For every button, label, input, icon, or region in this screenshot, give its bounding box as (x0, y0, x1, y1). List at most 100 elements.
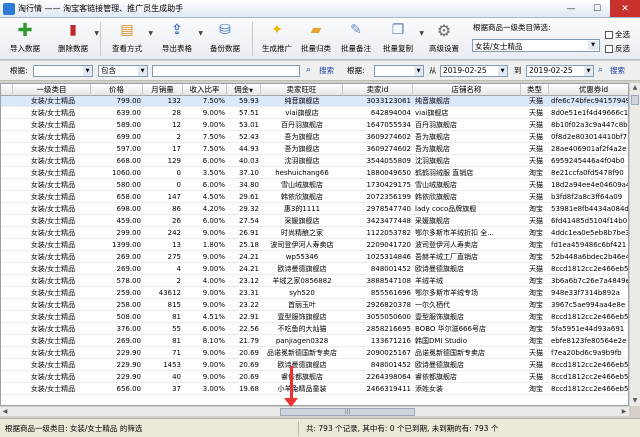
table-row[interactable]: 女装/女士精品 269.00 81 8.10% 21.79 panjiagen0328 13… (1, 336, 628, 347)
column-header[interactable]: 收入比率 (183, 84, 227, 96)
batch-copy-button[interactable]: ❐ 批量复制 ▼ (379, 20, 424, 58)
scroll-up-icon[interactable]: ▲ (630, 83, 640, 93)
table-row[interactable]: 女装/女士精品 639.00 28 9.00% 57.51 viai旗舰店 64289400… (1, 108, 628, 119)
column-header[interactable]: 类型 (521, 84, 549, 96)
vertical-scrollbar[interactable]: ▲ ▼ (629, 83, 640, 406)
table-row[interactable]: 女装/女士精品 597.00 17 7.50% 44.93 吾为旗舰店 3609274602… (1, 144, 628, 155)
table-row[interactable]: 女装/女士精品 459.00 26 6.00% 27.54 采媛旗舰店 3423477448… (1, 216, 628, 227)
table-cell: 848001452 (370, 265, 411, 273)
date-search-link[interactable]: 搜索 (610, 65, 625, 76)
table-row[interactable]: 女装/女士精品 578.00 2 4.00% 23.12 羊绒之家0856882 38885… (1, 276, 628, 287)
column-header[interactable]: 优惠券id (549, 84, 628, 96)
select-all-checkbox[interactable]: 全选 (605, 29, 630, 40)
import-button[interactable]: ✚ 导入数据 (6, 20, 44, 58)
chevron-down-icon[interactable]: ▼ (419, 30, 424, 37)
table-cell: 40 (172, 373, 181, 381)
horizontal-scrollbar[interactable]: ◀ ||| ▶ (0, 406, 629, 416)
scroll-thumb[interactable] (631, 95, 639, 105)
invert-checkbox[interactable]: 反选 (605, 43, 630, 54)
chevron-down-icon[interactable]: ▼ (588, 41, 598, 50)
maximize-button[interactable]: ☐ (584, 0, 610, 17)
to-date-picker[interactable]: 2019-02-25 ▼ (526, 65, 594, 77)
search-input[interactable] (152, 65, 300, 77)
date-field-select[interactable]: ▼ (374, 65, 424, 77)
checkbox-box[interactable] (605, 44, 613, 53)
table-row[interactable]: 女装/女士精品 269.00 275 9.00% 24.21 wp55346 1025314… (1, 252, 629, 263)
table-cell: 女装/女士精品 (30, 145, 76, 153)
column-header[interactable]: 一级类目 (13, 84, 91, 96)
table-row[interactable]: 女装/女士精品 376.00 55 6.00% 22.56 不吃鱼的大灿猫 28582166… (1, 324, 628, 335)
chevron-down-icon[interactable]: ▼ (138, 66, 147, 76)
table-row[interactable]: 女装/女士精品 508.00 81 4.51% 22.91 壹型服饰旗舰店 30550506… (1, 312, 628, 323)
to-label: 到 (514, 66, 522, 75)
table-row[interactable]: 女装/女士精品 299.00 242 9.00% 26.91 时尚精酿之家 11220537… (1, 228, 628, 239)
table-cell: 吾为旗舰店 (415, 145, 450, 153)
table-row[interactable]: 女装/女士精品 589.00 12 9.00% 53.01 百丹羽旗舰店 164705553… (1, 120, 628, 131)
view-mode-button[interactable]: ▤ 查看方式 ▼ (108, 20, 153, 58)
search-link[interactable]: 搜索 (319, 65, 334, 76)
row-indicator-cell (1, 360, 13, 371)
column-header-sorted[interactable]: 佣金▼ (227, 84, 261, 96)
scroll-left-icon[interactable]: ◀ (0, 407, 10, 416)
column-header[interactable]: 卖家id (343, 84, 413, 96)
table-cell: 淘宝 (529, 385, 543, 393)
table-cell: 女装/女士精品 (30, 277, 76, 285)
table-row[interactable]: 女装/女士精品 1060.00 0 3.50% 37.10 heshuichang66 18… (1, 168, 628, 179)
window-controls: — ☐ ✕ (558, 0, 640, 17)
table-row[interactable]: 女装/女士精品 229.90 1453 9.00% 20.69 欧诗曼德旗舰店 848001… (1, 360, 628, 371)
table-row[interactable]: 女装/女士精品 656.00 37 3.00% 19.68 小羊兔精品童装 24663194… (1, 384, 628, 395)
scroll-right-icon[interactable]: ▶ (619, 407, 629, 416)
table-row[interactable]: 女装/女士精品 259.00 43612 9.00% 23.31 syh520 855561… (1, 288, 628, 299)
row-indicator-cell (1, 312, 13, 323)
chevron-down-icon[interactable]: ▼ (94, 30, 99, 37)
table-cell: 欧诗曼德旗舰店 (415, 361, 464, 369)
checkbox-box[interactable] (605, 30, 613, 39)
table-row[interactable]: 女装/女士精品 229.90 40 9.00% 20.69 睿依都旗舰店 226439806… (1, 372, 628, 383)
settings-button[interactable]: ⚙ 高级设置 (425, 20, 463, 58)
column-header[interactable]: 价格 (91, 84, 143, 96)
table-row[interactable]: 女装/女士精品 668.00 129 6.00% 40.03 沈羽旗舰店 354405580… (1, 156, 628, 167)
table-row[interactable]: 女装/女士精品 799.00 132 7.50% 59.93 纯音旗舰店 303312306… (1, 96, 628, 107)
table-cell: 3.00% (202, 385, 225, 393)
batch-classify-button[interactable]: ▰ 批量归类 (297, 20, 335, 58)
search-field-select[interactable]: ▼ (33, 65, 93, 77)
chevron-down-icon[interactable]: ▼ (414, 66, 423, 76)
table-row[interactable]: 女装/女士精品 258.00 815 9.00% 23.22 首丽玉叶 2926820378… (1, 300, 628, 311)
close-button[interactable]: ✕ (610, 0, 640, 17)
table-cell: 52b448a6bdec2b46e4 (551, 253, 629, 261)
chevron-down-icon[interactable]: ▼ (584, 66, 593, 76)
search-icon[interactable]: ⌕ (306, 65, 311, 75)
generate-button[interactable]: ✦ 生成推广 (258, 20, 296, 58)
column-header[interactable]: 月销量 (143, 84, 183, 96)
search-icon[interactable]: ⌕ (598, 65, 603, 75)
chevron-down-icon[interactable]: ▼ (148, 30, 153, 37)
batch-remark-button[interactable]: ✎ 批量备注 (337, 20, 375, 58)
scroll-down-icon[interactable]: ▼ (630, 396, 640, 406)
table-row[interactable]: 女装/女士精品 1399.00 13 1.80% 25.18 波司登伊河人寿卖店 22090… (1, 240, 628, 251)
chevron-down-icon[interactable]: ▼ (83, 66, 92, 76)
table-row[interactable]: 女装/女士精品 658.00 147 4.50% 29.61 韩依欣旗舰店 20723561… (1, 192, 628, 203)
column-header[interactable]: 店铺名称 (413, 84, 521, 96)
table-row[interactable]: 女装/女士精品 580.00 0 6.00% 34.80 雪山绒旗舰店 1730429175… (1, 180, 628, 191)
backup-button[interactable]: ⛁ 备份数据 (206, 20, 244, 58)
scroll-thumb[interactable]: ||| (280, 408, 415, 416)
table-row[interactable]: 女装/女士精品 699.00 2 7.50% 52.43 吾为旗舰店 3609274602 吾… (1, 132, 628, 143)
column-header[interactable]: 卖家旺旺 (261, 84, 343, 96)
category-select[interactable]: 女装/女士精品 ▼ (472, 39, 600, 52)
delete-button[interactable]: ▮ 删除数据 ▼ (54, 20, 99, 58)
table-cell: 女装/女士精品 (30, 313, 76, 321)
table-cell: 纯音旗舰店 (415, 97, 450, 105)
table-row[interactable]: 女装/女士精品 269.00 4 9.00% 24.21 欧诗曼德旗舰店 848001452… (1, 264, 628, 275)
table-row[interactable]: 女装/女士精品 698.00 86 4.20% 29.32 惠3的1111 29785477… (1, 204, 628, 215)
row-indicator-cell (1, 240, 13, 251)
table-row[interactable]: 女装/女士精品 229.90 71 9.00% 20.69 品诺冕新德国新专卖店 20900… (1, 348, 628, 359)
export-button[interactable]: ⇪ 导出表格 ▼ (158, 20, 203, 58)
annotation-arrow-shaft (290, 366, 293, 402)
chevron-down-icon[interactable]: ▼ (498, 66, 507, 76)
minimize-button[interactable]: — (558, 0, 584, 17)
from-date-picker[interactable]: 2019-02-25 ▼ (440, 65, 508, 77)
table-cell: 27.54 (238, 217, 259, 225)
table-cell: 女装/女士精品 (30, 241, 76, 249)
chevron-down-icon[interactable]: ▼ (198, 30, 203, 37)
search-match-select[interactable]: 包含 ▼ (98, 65, 148, 77)
